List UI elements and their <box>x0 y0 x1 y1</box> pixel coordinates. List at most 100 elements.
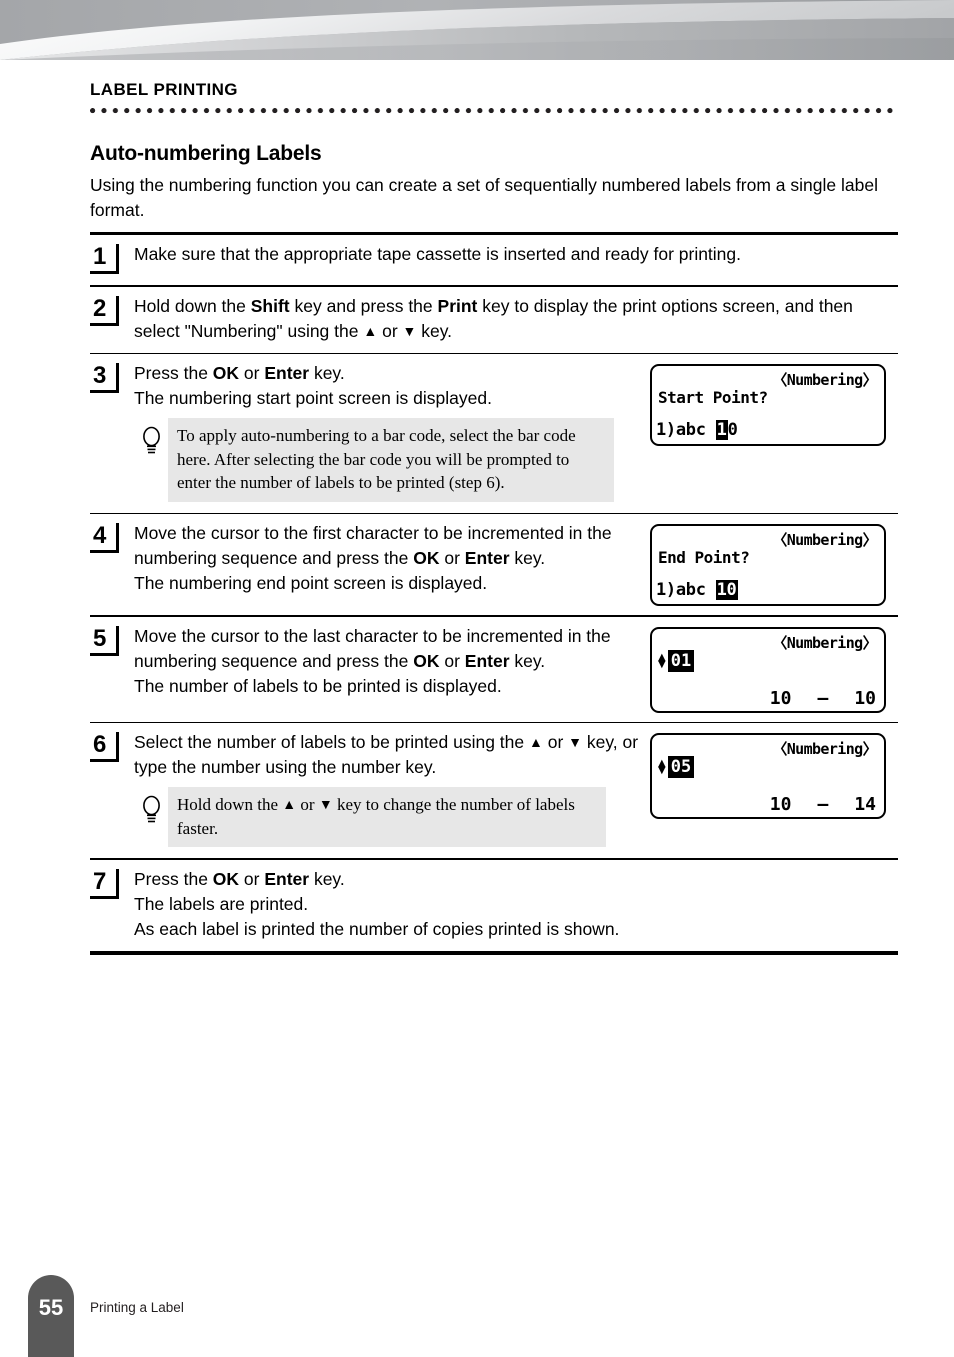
lcd-screen-copies-selected: 〈Numbering〉 ▲ ▼ 05 10 – 14 <box>650 733 886 820</box>
up-arrow-icon: ▲ <box>282 798 297 814</box>
step-3-number: 3 <box>93 362 107 390</box>
step-number-box: 1 <box>90 243 123 274</box>
step-2-number: 2 <box>93 294 107 322</box>
step-number-box: 3 <box>90 362 123 394</box>
down-arrow-icon: ▼ <box>318 798 333 814</box>
step-5: 5 Move the cursor to the last character … <box>90 617 898 722</box>
step-4: 4 Move the cursor to the first character… <box>90 514 898 615</box>
step-2-text-d: or <box>377 320 403 341</box>
steps-bottom-rule <box>90 951 898 956</box>
shift-key-label: Shift <box>250 295 290 316</box>
step-7-text-a: Press the <box>134 869 213 890</box>
step-number-divider <box>116 869 119 900</box>
lcd-copy-counter: ▲ ▼ 05 <box>658 756 695 779</box>
step-1-line-1: Make sure that the appropriate tape cass… <box>134 244 742 264</box>
step-6: 6 Select the number of labels to be prin… <box>90 723 898 858</box>
step-4-number: 4 <box>93 522 107 550</box>
ok-key-label: OK <box>413 650 440 671</box>
step-2-body: Hold down the Shift key and press the Pr… <box>134 294 898 344</box>
step-6-tip-text: Hold down the ▲ or ▼ key to change the n… <box>168 787 606 848</box>
step-3-text-c: key. <box>309 363 345 384</box>
enter-key-label: Enter <box>264 363 310 384</box>
step-number-box: 4 <box>90 522 123 554</box>
lcd-prompt-text: Start Point? <box>658 388 768 408</box>
step-4-number-cell: 4 <box>90 521 134 554</box>
step-3-line-2: The numbering start point screen is disp… <box>134 388 492 409</box>
lcd-entry-line: 1)abc 10 <box>656 580 738 601</box>
step-7-line-2: The labels are printed. <box>134 894 309 915</box>
step-2-text-b: key and press the <box>289 295 438 316</box>
updown-arrows-icon: ▲ ▼ <box>658 651 666 670</box>
step-4-lcd-cell: 〈Numbering〉 End Point? 1)abc 10 <box>650 521 896 607</box>
step-number-box: 6 <box>90 731 123 763</box>
step-5-number-cell: 5 <box>90 624 134 656</box>
step-4-text-b: or <box>439 548 465 569</box>
step-number-underline <box>90 550 116 554</box>
procedure-steps: 1 Make sure that the appropriate tape ca… <box>90 232 898 956</box>
step-number-underline <box>90 759 116 763</box>
step-4-line-2: The numbering end point screen is displa… <box>134 573 488 594</box>
step-1: 1 Make sure that the appropriate tape ca… <box>90 235 898 285</box>
lcd-copy-count: 01 <box>667 649 695 672</box>
lcd-range-start: 10 <box>769 687 792 709</box>
step-number-underline <box>90 390 116 394</box>
dotted-divider <box>90 108 898 114</box>
lcd-screen-copies-initial: 〈Numbering〉 ▲ ▼ 01 10 – 10 <box>650 626 886 713</box>
step-6-number-cell: 6 <box>90 730 134 763</box>
step-5-line-1: Move the cursor to the last character to… <box>134 624 644 674</box>
lcd-range-end: 14 <box>854 794 876 816</box>
page-number: 55 <box>38 1295 64 1320</box>
section-title: Auto-numbering Labels <box>90 142 322 165</box>
running-footer-title: Printing a Label <box>90 1300 184 1315</box>
step-6-body: Select the number of labels to be printe… <box>134 730 650 849</box>
page-header-banner <box>0 0 954 60</box>
enter-key-label: Enter <box>464 650 510 671</box>
step-2-text-e: key. <box>416 320 453 341</box>
enter-key-label: Enter <box>464 548 510 569</box>
step-3-text-a: Press the <box>134 363 213 384</box>
step-number-divider <box>116 625 119 656</box>
ok-key-label: OK <box>413 548 440 569</box>
step-7-number: 7 <box>93 868 107 896</box>
step-5-text-b: or <box>439 650 465 671</box>
lcd-entry-prefix: 1)abc <box>656 420 706 441</box>
down-arrow-icon: ▼ <box>568 734 582 751</box>
lcd-range-line: 10 – 10 <box>652 688 876 709</box>
step-number-box: 2 <box>90 294 123 326</box>
step-number-underline <box>90 652 116 656</box>
step-number-divider <box>116 732 119 763</box>
step-4-text-c: key. <box>509 548 546 569</box>
step-6-number: 6 <box>93 731 107 759</box>
lcd-mode-label: 〈Numbering〉 <box>772 633 877 652</box>
step-7-text-b: or <box>239 869 265 890</box>
step-3-number-cell: 3 <box>90 361 134 394</box>
section-intro: Using the numbering function you can cre… <box>90 175 878 220</box>
lcd-copy-counter: ▲ ▼ 01 <box>658 649 695 672</box>
step-4-line-1: Move the cursor to the first character t… <box>134 521 644 571</box>
step-number-divider <box>116 244 119 274</box>
step-5-line-2: The number of labels to be printed is di… <box>134 675 502 696</box>
step-6-line-1: Select the number of labels to be printe… <box>134 730 644 780</box>
step-number-underline <box>90 271 116 274</box>
lcd-entry-line: 1)abc 10 <box>656 420 738 441</box>
step-1-body: Make sure that the appropriate tape cass… <box>134 242 898 267</box>
step-number-box: 7 <box>90 868 123 900</box>
step-6-lcd-cell: 〈Numbering〉 ▲ ▼ 05 10 – 14 <box>650 730 896 820</box>
step-6-text-a: Select the number of labels to be printe… <box>134 732 529 753</box>
step-4-body: Move the cursor to the first character t… <box>134 521 650 596</box>
lcd-range-separator: – <box>817 794 829 816</box>
step-7-body: Press the OK or Enter key. The labels ar… <box>134 867 898 942</box>
step-number-underline <box>90 322 116 326</box>
lcd-entry-rest: 0 <box>727 420 738 441</box>
step-7-number-cell: 7 <box>90 867 134 900</box>
step-2-text-a: Hold down the <box>134 295 251 316</box>
step-3: 3 Press the OK or Enter key. The numberi… <box>90 354 898 513</box>
step-6-tip: Hold down the ▲ or ▼ key to change the n… <box>134 787 606 848</box>
step-5-number: 5 <box>93 624 107 652</box>
lcd-range-start: 10 <box>769 794 792 816</box>
lightbulb-icon <box>134 418 168 456</box>
lcd-range-separator: – <box>817 687 829 709</box>
step-7-line-1: Press the OK or Enter key. <box>134 867 892 892</box>
step-7-text-c: key. <box>309 869 345 890</box>
step-7: 7 Press the OK or Enter key. The labels … <box>90 860 898 951</box>
